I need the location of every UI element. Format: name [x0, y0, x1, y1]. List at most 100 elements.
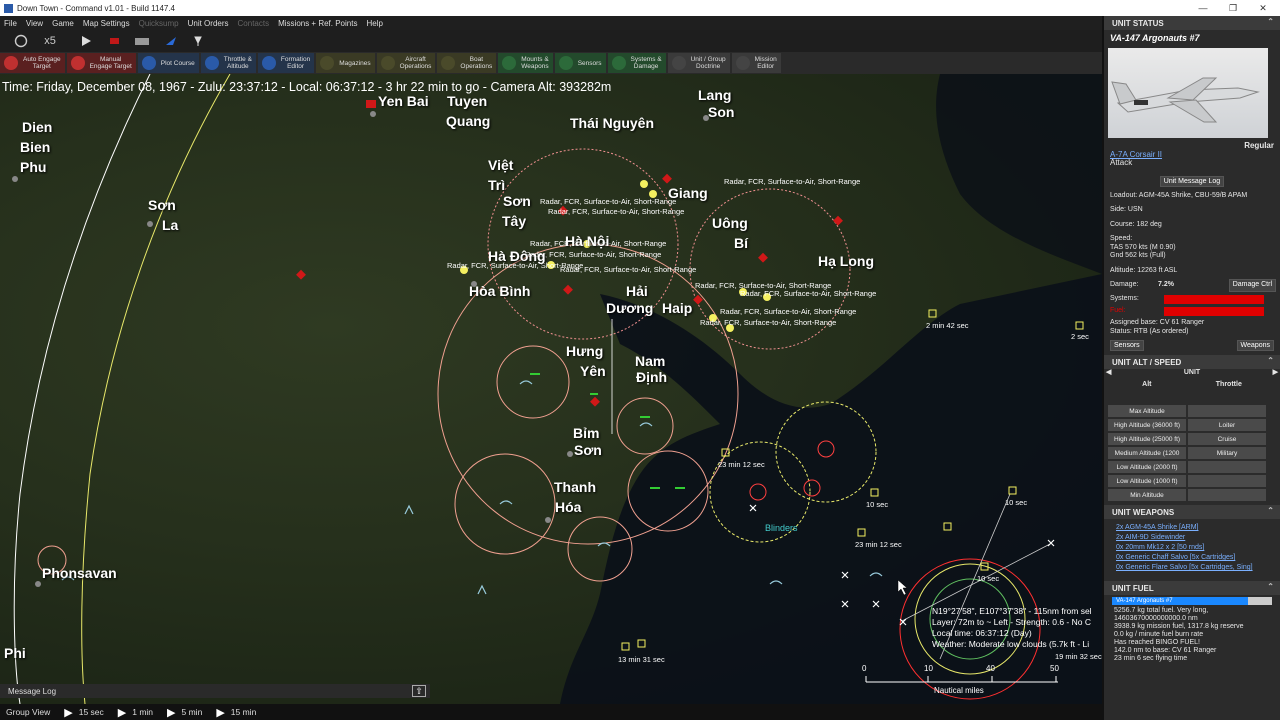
order-button-11[interactable]: Unit / Group Doctrine	[667, 53, 730, 73]
city-label: Tuyen	[447, 93, 488, 109]
unit-status-header[interactable]: UNIT STATUS ⌃	[1104, 16, 1280, 30]
alt-speed-row: High Altitude (25000 ft) Cruise	[1108, 433, 1276, 445]
order-button-8[interactable]: Mounts & Weapons	[498, 53, 553, 73]
order-button-9[interactable]: Sensors	[554, 53, 606, 73]
throttle-button[interactable]	[1188, 475, 1266, 487]
alt-speed-header[interactable]: UNIT ALT / SPEED ⌃	[1104, 355, 1280, 369]
assigned-base: Assigned base: CV 61 Ranger	[1110, 319, 1205, 326]
order-button-4[interactable]: Formation Editor	[257, 53, 315, 73]
weapon-item[interactable]: 2x AGM-45A Shrike [ARM]	[1104, 523, 1280, 533]
order-button-5[interactable]: Magazines	[316, 53, 375, 73]
menu-missions[interactable]: Missions + Ref. Points	[278, 19, 357, 28]
next-unit-icon[interactable]: ▶	[1273, 369, 1278, 378]
fuel-label: Fuel:	[1110, 307, 1126, 314]
altitude-button[interactable]: Low Altitude (2000 ft)	[1108, 461, 1186, 473]
sam-label: Radar, FCR, Surface-to-Air, Short-Range	[560, 265, 696, 274]
order-button-1[interactable]: Manual Engage Target	[66, 53, 136, 73]
throttle-button[interactable]	[1188, 489, 1266, 501]
fuel-line: 23 min 6 sec flying time	[1114, 655, 1188, 662]
altitude-button[interactable]: Low Altitude (1000 ft)	[1108, 475, 1186, 487]
weapon-item[interactable]: 0x Generic Flare Salvo [5x Cartridges, S…	[1104, 563, 1280, 573]
pin-icon[interactable]	[192, 32, 204, 50]
altitude-button[interactable]: Min Altitude	[1108, 489, 1186, 501]
order-button-2[interactable]: Plot Course	[137, 53, 199, 73]
collapse-icon[interactable]: ⌃	[1267, 17, 1274, 26]
record-icon[interactable]	[108, 32, 120, 50]
message-log-bar[interactable]: Message Log ⇧	[0, 684, 430, 698]
throttle-button[interactable]	[1188, 405, 1266, 417]
order-button-6[interactable]: Aircraft Operations	[376, 53, 436, 73]
prev-unit-icon[interactable]: ◀	[1106, 369, 1111, 378]
unit-message-log-button[interactable]: Unit Message Log	[1159, 175, 1225, 187]
play-icon: ▶	[117, 706, 127, 719]
expand-icon[interactable]: ⇧	[412, 685, 426, 697]
city-label: Trì	[488, 177, 506, 193]
damage-control-button[interactable]: Damage Ctrl	[1228, 279, 1276, 292]
order-button-0[interactable]: Auto Engage Target	[0, 53, 65, 73]
restore-button[interactable]: ❐	[1218, 0, 1248, 16]
alt-speed-row: Low Altitude (2000 ft)	[1108, 461, 1276, 473]
order-icon	[735, 56, 750, 70]
clock-icon[interactable]	[14, 32, 28, 50]
weapons-header[interactable]: UNIT WEAPONS ⌃	[1104, 505, 1280, 519]
menu-quicksump[interactable]: Quicksump	[139, 19, 179, 28]
city-label: Việt	[488, 157, 514, 173]
menu-contacts[interactable]: Contacts	[238, 19, 270, 28]
play-icon[interactable]	[80, 32, 92, 50]
collapse-icon[interactable]: ⌃	[1267, 582, 1274, 591]
menu-help[interactable]: Help	[366, 19, 382, 28]
city-label: Nam	[635, 353, 666, 369]
weapon-item[interactable]: 2x AIM-9D Sidewinder	[1104, 533, 1280, 543]
collapse-icon[interactable]: ⌃	[1267, 506, 1274, 515]
order-button-12[interactable]: Mission Editor	[731, 53, 781, 73]
step-5m-button[interactable]: ▶ 5 min	[159, 706, 202, 719]
step-1m-button[interactable]: ▶ 1 min	[110, 706, 153, 719]
throttle-button[interactable]	[1188, 461, 1266, 473]
city-label: Phonsavan	[42, 565, 117, 581]
aircraft-icon[interactable]	[164, 32, 178, 50]
order-button-3[interactable]: Throttle & Altitude	[200, 53, 256, 73]
weapons-button[interactable]: Weapons	[1236, 340, 1274, 351]
step-15s-button[interactable]: ▶ 15 sec	[56, 706, 104, 719]
menu-file[interactable]: File	[4, 19, 17, 28]
order-button-7[interactable]: Boat Operations	[437, 53, 497, 73]
altitude-button[interactable]: High Altitude (25000 ft)	[1108, 433, 1186, 445]
altitude-button[interactable]: High Altitude (36000 ft)	[1108, 419, 1186, 431]
step-15m-button[interactable]: ▶ 15 min	[208, 706, 256, 719]
order-icon	[70, 56, 85, 70]
altitude-button[interactable]: Medium Altitude (1200	[1108, 447, 1186, 459]
city-label: Thanh	[554, 479, 596, 495]
time-compression[interactable]: x5	[36, 32, 64, 50]
minimize-button[interactable]: —	[1188, 0, 1218, 16]
fuel-header[interactable]: UNIT FUEL ⌃	[1104, 581, 1280, 595]
fuel-details: 5256.7 kg total fuel. Very long, 14603670…	[1104, 607, 1280, 663]
city-label: Bien	[20, 139, 51, 155]
menu-unit-orders[interactable]: Unit Orders	[188, 19, 229, 28]
fuel-line: 14603670000000000.0 nm	[1114, 615, 1198, 622]
play-icon: ▶	[167, 706, 176, 719]
menu-game[interactable]: Game	[52, 19, 74, 28]
tactical-map[interactable]: Radar, FCR, Surface-to-Air, Short-Range …	[0, 74, 1102, 704]
camera-icon[interactable]	[134, 32, 150, 50]
altitude-button[interactable]: Max Altitude	[1108, 405, 1186, 417]
throttle-button[interactable]: Loiter	[1188, 419, 1266, 431]
throttle-button[interactable]: Cruise	[1188, 433, 1266, 445]
unit-tas: TAS 570 kts (M 0.90)	[1110, 243, 1176, 251]
fuel-line: 5256.7 kg total fuel. Very long,	[1114, 607, 1209, 614]
group-label: Blinders	[765, 523, 798, 533]
menu-map-settings[interactable]: Map Settings	[83, 19, 130, 28]
weapons-list: 2x AGM-45A Shrike [ARM] 2x AIM-9D Sidewin…	[1104, 519, 1280, 573]
order-label: Throttle &	[223, 56, 252, 63]
unit-gnd-speed: Gnd 562 kts (Full)	[1110, 252, 1166, 259]
section-title: UNIT STATUS	[1112, 18, 1164, 28]
weapon-item[interactable]: 0x Generic Chaff Salvo [5x Cartridges]	[1104, 553, 1280, 563]
weapon-item[interactable]: 0x 20mm Mk12 x 2 [50 rnds]	[1104, 543, 1280, 553]
order-label: Sensors	[577, 59, 602, 67]
close-button[interactable]: ✕	[1248, 0, 1278, 16]
sensors-button[interactable]: Sensors	[1110, 340, 1144, 351]
collapse-icon[interactable]: ⌃	[1267, 356, 1274, 365]
order-button-10[interactable]: Systems & Damage	[607, 53, 666, 73]
throttle-button[interactable]: Military	[1188, 447, 1266, 459]
message-log-label: Message Log	[8, 686, 57, 696]
menu-view[interactable]: View	[26, 19, 43, 28]
